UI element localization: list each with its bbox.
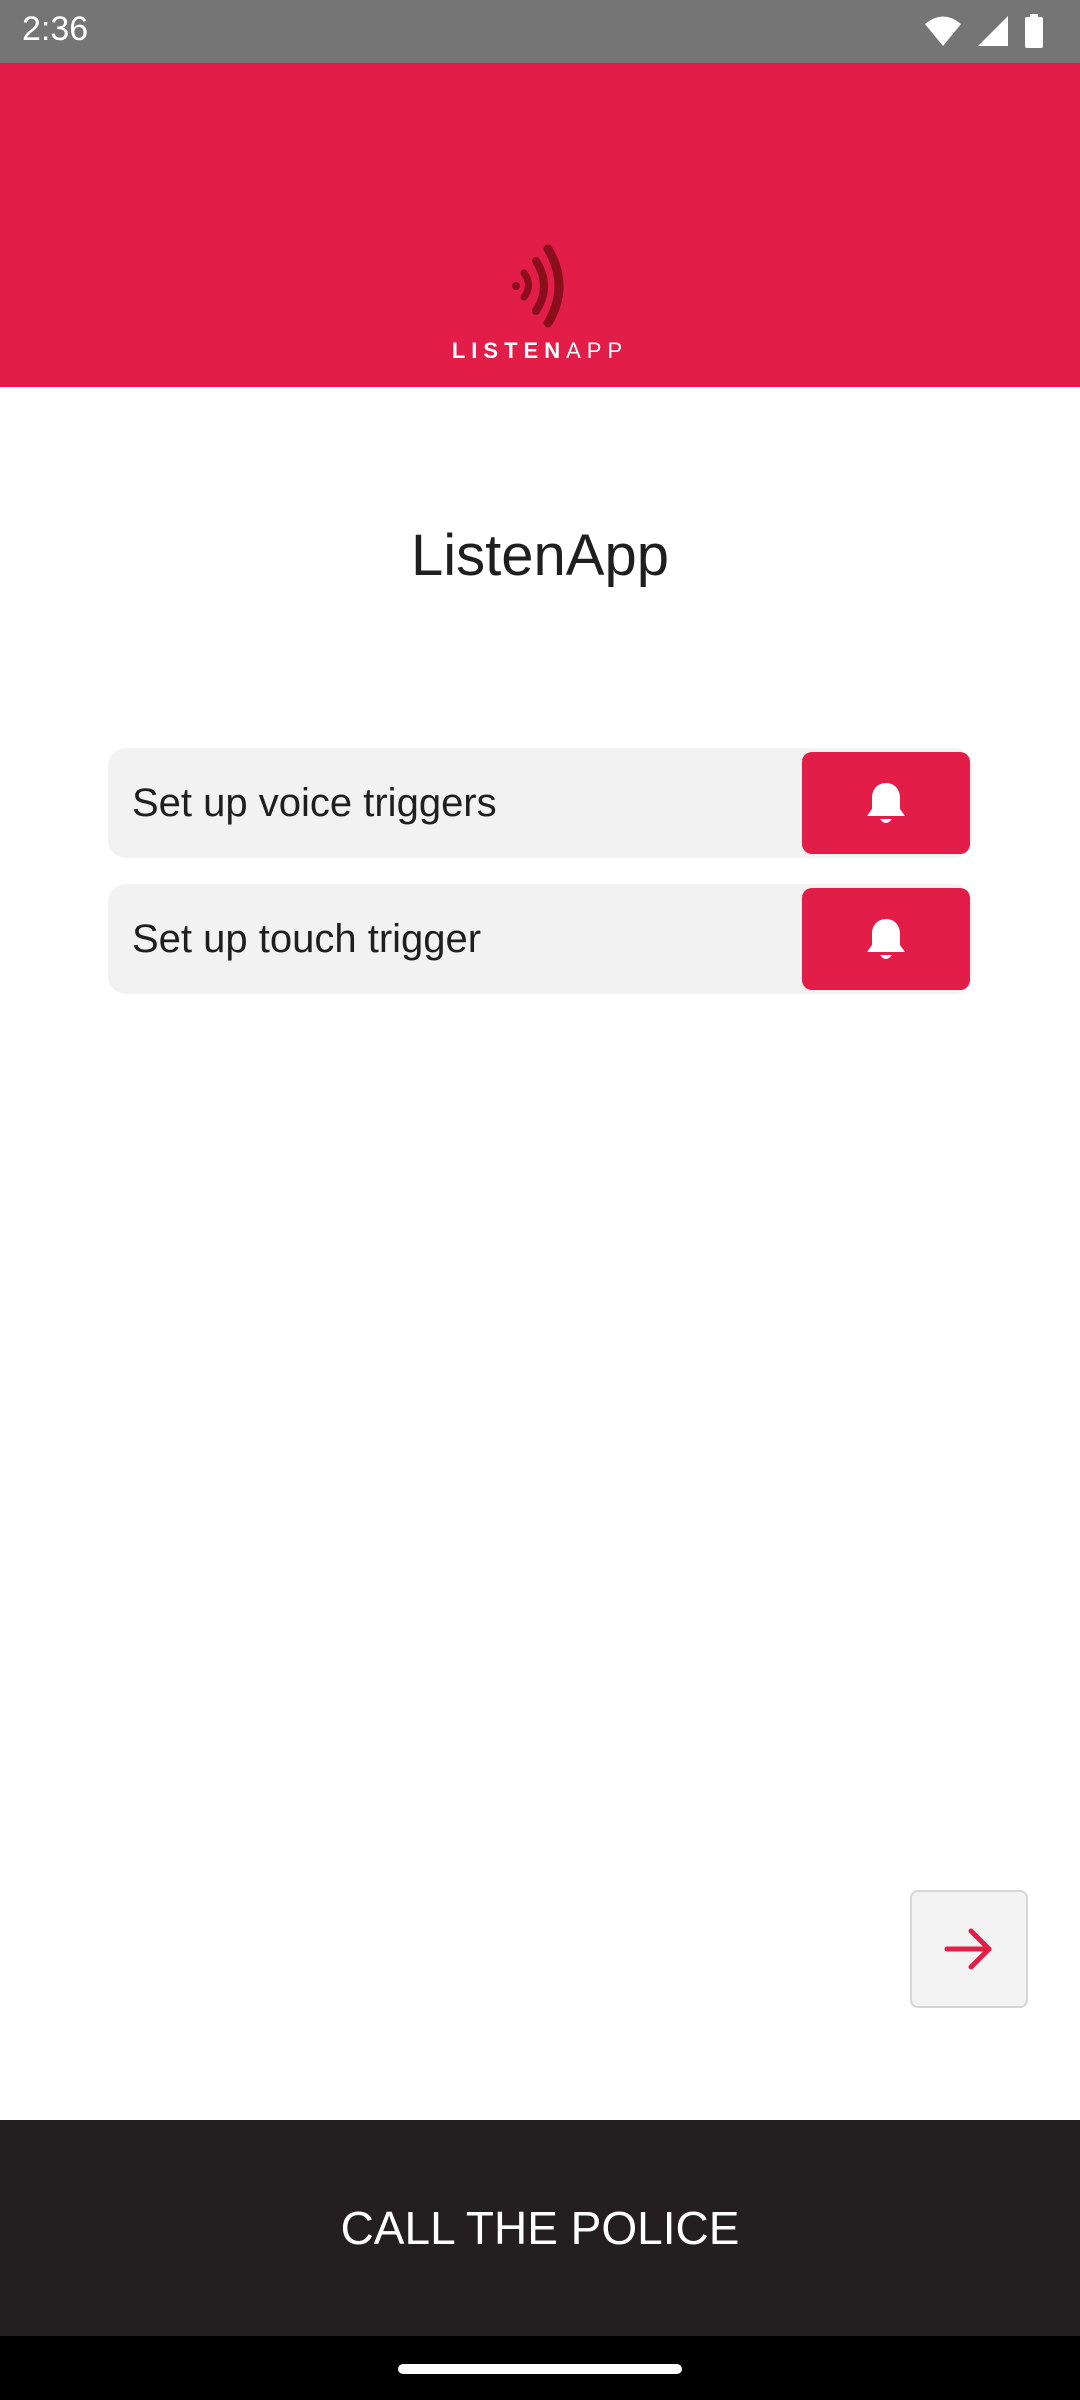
signal-icon: [978, 16, 1008, 46]
page-title: ListenApp: [411, 523, 669, 588]
listen-signal-icon: [512, 244, 564, 328]
system-nav-bar: [0, 2336, 1080, 2400]
status-time: 2:36: [22, 10, 89, 48]
bell-icon: [867, 919, 905, 959]
call-police-label: CALL THE POLICE: [340, 2202, 740, 2254]
touch-trigger-label: Set up touch trigger: [132, 917, 482, 961]
voice-trigger-row[interactable]: Set up voice triggers: [108, 748, 972, 858]
bell-icon: [867, 783, 905, 823]
logo-wordmark: LISTENAPP: [440, 338, 640, 364]
app-header: LISTENAPP: [0, 63, 1080, 387]
call-police-button[interactable]: CALL THE POLICE: [0, 2120, 1080, 2336]
battery-icon: [1025, 14, 1043, 48]
touch-trigger-row[interactable]: Set up touch trigger: [108, 884, 972, 994]
logo-text-light: APP: [566, 338, 629, 363]
wifi-icon: [925, 16, 961, 46]
touch-trigger-button[interactable]: [802, 888, 970, 990]
status-bar: 2:36: [0, 0, 1080, 63]
voice-trigger-button[interactable]: [802, 752, 970, 854]
status-icons: [924, 14, 1044, 48]
arrow-right-icon: [944, 1928, 992, 1970]
next-button[interactable]: [910, 1890, 1028, 2008]
voice-trigger-label: Set up voice triggers: [132, 781, 497, 825]
home-handle[interactable]: [398, 2364, 682, 2374]
logo-text-bold: LISTEN: [451, 338, 567, 363]
listenapp-logo: LISTENAPP: [440, 193, 640, 373]
